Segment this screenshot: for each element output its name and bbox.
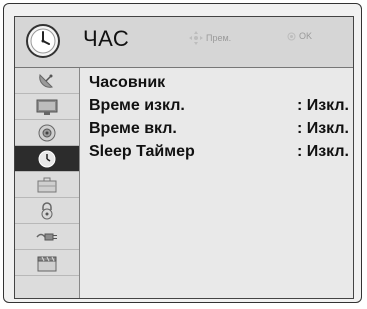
menu-row-on-time[interactable]: Време вкл. : Изкл. xyxy=(89,117,351,140)
sidebar-item-input[interactable] xyxy=(15,224,79,250)
menu-row-label: Време вкл. xyxy=(89,120,177,137)
menu-row-label: Часовник xyxy=(89,74,166,91)
settings-menu: ЧАС Прем. OK Часовник Време изкл.: Изкл… xyxy=(14,16,354,299)
satellite-dish-icon xyxy=(39,73,53,88)
sidebar-item-option[interactable] xyxy=(15,172,79,198)
sidebar-item-audio[interactable] xyxy=(15,120,79,146)
menu-row-value: : Изкл. xyxy=(296,120,349,137)
toolbox-icon xyxy=(37,177,57,192)
menu-content: Часовник Време изкл. : Изкл. Време вкл. … xyxy=(89,71,351,163)
sidebar-item-time[interactable] xyxy=(15,146,79,172)
menu-row-clock[interactable]: Часовник xyxy=(89,71,351,94)
menu-row-sleep-timer[interactable]: Sleep Таймер : Изкл. xyxy=(89,140,351,163)
ok-hint-label: OK xyxy=(299,31,313,41)
page-title: ЧАС xyxy=(83,26,130,51)
ok-hint: OK xyxy=(287,31,312,41)
move-hint-label: Прем. xyxy=(206,33,232,43)
category-sidebar xyxy=(15,68,80,298)
move-hint: Прем. xyxy=(189,31,231,45)
sidebar-item-media[interactable] xyxy=(15,250,79,276)
lock-icon xyxy=(41,201,53,219)
monitor-icon xyxy=(36,99,58,115)
cable-plug-icon xyxy=(36,233,57,240)
menu-row-label: Време изкл. xyxy=(89,97,185,114)
menu-row-value: : Изкл. xyxy=(296,97,349,114)
menu-row-value: : Изкл. xyxy=(296,143,349,160)
menu-row-off-time[interactable]: Време изкл. : Изкл. xyxy=(89,94,351,117)
sidebar-item-picture[interactable] xyxy=(15,94,79,120)
ok-circle-icon xyxy=(287,32,296,40)
sidebar-item-setup[interactable] xyxy=(15,68,79,94)
clock-icon xyxy=(38,150,56,167)
menu-row-label: Sleep Таймер xyxy=(89,143,195,160)
sidebar-item-lock[interactable] xyxy=(15,198,79,224)
menu-row-value xyxy=(349,71,351,94)
clock-icon xyxy=(25,23,61,59)
speaker-icon xyxy=(38,124,56,141)
menu-header: ЧАС Прем. OK xyxy=(15,17,353,68)
clapperboard-icon xyxy=(37,256,57,271)
four-way-arrow-icon xyxy=(189,31,203,45)
